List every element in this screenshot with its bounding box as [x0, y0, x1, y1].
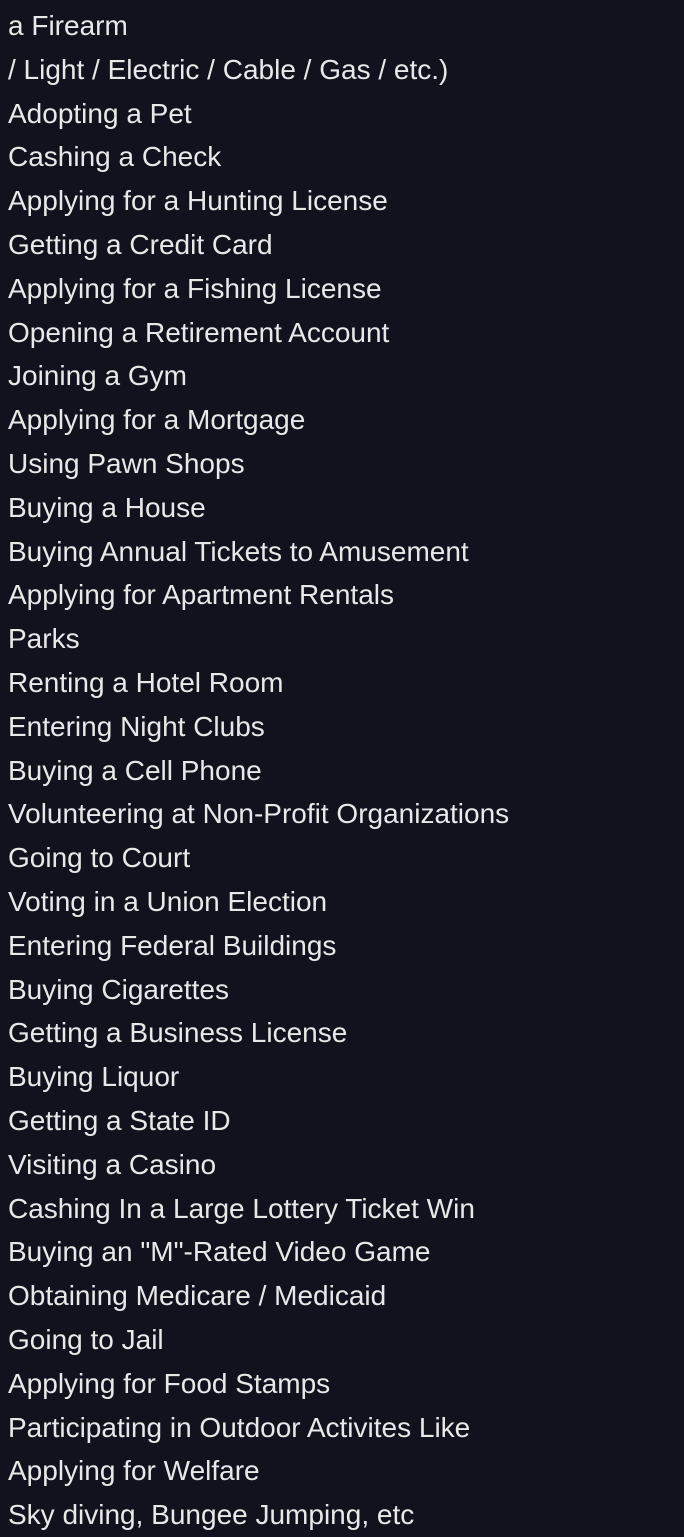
list-item: Going to Court — [8, 836, 676, 880]
list-item: Buying Annual Tickets to Amusement — [8, 530, 676, 574]
list-item: Buying an "M"-Rated Video Game — [8, 1230, 676, 1274]
list-item: Entering Federal Buildings — [8, 924, 676, 968]
list-item: a Firearm — [8, 4, 676, 48]
list-item: Opening a Retirement Account — [8, 311, 676, 355]
list-item: Applying for a Hunting License — [8, 179, 676, 223]
list-item: Obtaining Medicare / Medicaid — [8, 1274, 676, 1318]
list-item: Entering Night Clubs — [8, 705, 676, 749]
list-item: Joining a Gym — [8, 354, 676, 398]
list-item: Applying for Apartment Rentals — [8, 573, 676, 617]
list-item: / Light / Electric / Cable / Gas / etc.) — [8, 48, 676, 92]
list-item: Visiting a Casino — [8, 1143, 676, 1187]
list-item: Applying for a Fishing License — [8, 267, 676, 311]
list-item: Getting a State ID — [8, 1099, 676, 1143]
list-item: Voting in a Union Election — [8, 880, 676, 924]
list-item: Buying a House — [8, 486, 676, 530]
list-item: Applying for Food Stamps — [8, 1362, 676, 1406]
list-item: Applying for Welfare — [8, 1449, 676, 1493]
list-item: Getting a Business License — [8, 1011, 676, 1055]
list-item: Cashing a Check — [8, 135, 676, 179]
list-item: Getting a Credit Card — [8, 223, 676, 267]
list-item: Sky diving, Bungee Jumping, etc — [8, 1493, 676, 1537]
list-item: Participating in Outdoor Activites Like — [8, 1406, 676, 1450]
list-item: Adopting a Pet — [8, 92, 676, 136]
list-item: Parks — [8, 617, 676, 661]
list-item: Volunteering at Non-Profit Organizations — [8, 792, 676, 836]
list-item: Cashing In a Large Lottery Ticket Win — [8, 1187, 676, 1231]
list-item: Applying for a Mortgage — [8, 398, 676, 442]
list-item: Buying a Cell Phone — [8, 749, 676, 793]
list-item: Going to Jail — [8, 1318, 676, 1362]
items-list: a Firearm/ Light / Electric / Cable / Ga… — [8, 0, 676, 1537]
list-item: Buying Liquor — [8, 1055, 676, 1099]
list-item: Buying Cigarettes — [8, 968, 676, 1012]
list-item: Renting a Hotel Room — [8, 661, 676, 705]
list-item: Using Pawn Shops — [8, 442, 676, 486]
